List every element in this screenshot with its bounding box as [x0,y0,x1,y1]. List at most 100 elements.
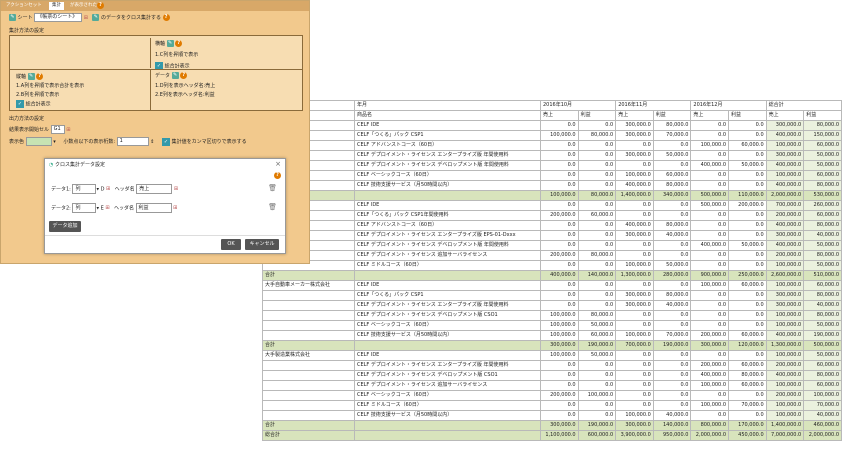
value-cell: 0.0 [728,130,767,141]
value-cell: 80,000.0 [803,370,842,381]
value-cell: 80,000.0 [577,250,617,261]
decimals-input[interactable]: 1 [116,137,149,146]
chevron-down-icon[interactable]: ▾ [96,206,99,212]
vertical-edit-icon[interactable]: ✎ [27,73,35,80]
trash-icon[interactable]: 🗑 [268,184,277,192]
value-cell: 100,000.0 [765,410,805,421]
value-cell: 0.0 [728,220,767,231]
help-icon[interactable]: ? [180,72,188,79]
close-icon[interactable]: × [275,160,281,168]
value-cell: 60,000.0 [803,380,842,391]
cell-picker-icon[interactable]: ⊞ [106,186,113,192]
value-cell: 250,000.0 [728,270,767,281]
product-cell: CELF アドバンストコース（60日） [353,140,541,151]
trash-icon[interactable]: 🗑 [268,203,277,211]
value-cell: 300,000.0 [690,340,730,351]
value-cell: 0.0 [728,180,767,191]
ok-button[interactable]: OK [221,239,241,250]
value-cell: 80,000.0 [803,290,842,301]
value-cell: 50,000.0 [728,240,767,251]
help-icon[interactable]: ? [36,73,44,80]
value-cell: 0.0 [728,260,767,271]
product-cell: CELF「つくる」パック CSP1 [353,290,541,301]
value-cell: 400,000.0 [690,240,730,251]
value-cell: 0.0 [652,390,692,401]
table-row: 会社CELF IDE0.00.0300,000.080,000.00.00.03… [262,120,842,131]
value-cell: 80,000.0 [577,190,617,201]
cell-picker-icon[interactable]: ⊞ [66,127,73,133]
table-row: CELF デプロイメント・ライセンス 追加サーバライセンス 0.0 0.0 0.0 0.… [262,380,842,391]
value-cell: 2,000,000.0 [765,190,805,201]
sheet-edit-icon[interactable]: ✎ [9,14,16,21]
stepper-icon[interactable]: ⇕ [150,139,154,145]
data-row-label: データ2: [51,205,71,212]
value-cell: 100,000.0 [765,260,805,271]
dialog-titlebar: ◔ クロス集計データ設定 [49,161,105,168]
value-cell: 0.0 [728,290,767,301]
value-cell: 120,000.0 [728,340,767,351]
value-cell: 0.0 [728,250,767,261]
help-icon[interactable]: ? [175,40,183,47]
add-data-button[interactable]: データ追加 [49,221,81,232]
cell-picker-icon[interactable]: ⊞ [105,205,112,211]
value-cell: 110,000.0 [728,190,767,201]
product-cell: CELF ベーシックコース（60日） [353,170,541,181]
header-input[interactable]: 利益 [135,203,172,213]
help-icon[interactable]: ? [162,14,170,21]
value-cell: 300,000.0 [765,300,805,311]
sheet-picker-icon[interactable]: ⊞ [84,15,91,21]
value-cell: 60,000.0 [803,280,842,291]
customer-cell [262,370,355,381]
value-cell: 300,000.0 [539,420,579,431]
column-select[interactable]: 列 [72,184,97,194]
setup-titlebar: アクションセット 集計 が表示されたら ? [1,1,309,11]
cancel-button[interactable]: キャンセル [245,239,279,250]
value-cell: 0.0 [615,210,654,221]
chevron-down-icon[interactable]: ▾ [96,187,99,193]
value-cell: 80,000.0 [803,310,842,321]
horizontal-edit-icon[interactable]: ✎ [166,40,174,47]
comma-checkbox[interactable]: ✓ [161,137,170,146]
value-cell: 0.0 [690,230,730,241]
start-cell-input[interactable]: G1 [50,125,65,134]
sheet-select[interactable]: 《帳票のシート》 [34,13,83,22]
help-icon[interactable]: ? [97,2,104,9]
tab-action-set[interactable]: アクションセット [3,2,45,10]
value-cell: 100,000.0 [539,320,579,331]
customer-cell [262,380,355,391]
value-cell: 80,000.0 [803,120,842,131]
value-cell: 0.0 [539,230,579,241]
sheet-options-icon[interactable]: ✎ [92,14,100,21]
product-cell: CELF デプロイメント・ライセンス デベロップメント版 年間使用料 [353,240,541,251]
column-letter: D [100,186,105,193]
header-input[interactable]: 売上 [136,184,173,194]
value-cell: 0.0 [615,200,654,211]
value-cell: 400,000.0 [765,160,805,171]
value-cell: 100,000.0 [615,330,654,341]
value-cell: 0.0 [577,140,617,151]
tab-aggregate[interactable]: 集計 [49,2,64,10]
value-cell: 400,000.0 [765,130,805,141]
value-cell: 40,000.0 [803,230,842,241]
value-cell: 0.0 [577,220,617,231]
value-cell: 2,600,000.0 [765,270,805,281]
vertical-grand-total-checkbox[interactable]: ✓ [16,100,24,108]
cell-picker-icon[interactable]: ⊞ [173,205,180,211]
value-cell: 300,000.0 [765,290,805,301]
column-select[interactable]: 列 [72,203,97,213]
cell-picker-icon[interactable]: ⊞ [174,186,181,192]
header-metric-cell: 利益 [803,110,842,121]
sheet-row: ✎ シート 《帳票のシート》 ⊞ ✎ のデータをクロス集計する ? [9,13,170,22]
value-cell: 0.0 [539,360,579,371]
value-cell: 100,000.0 [539,310,579,321]
value-cell: 140,000.0 [652,420,692,431]
data-edit-icon[interactable]: ✎ [171,72,179,79]
value-cell: 0.0 [577,260,617,271]
data-section: データ ✎ ? 1.D列を表示ヘッダ名:売上 2.E列を表示ヘッダ名:利益 [150,70,301,110]
value-cell: 200,000.0 [539,390,579,401]
color-picker[interactable] [25,137,52,146]
dropdown-chevron-icon[interactable]: ▾ [53,139,56,145]
subtotal-row: 合計 300,000.0 190,000.0 700,000.0 190,000.0 30… [262,340,842,351]
value-cell: 450,000.0 [728,430,767,441]
help-icon[interactable]: ? [274,172,281,179]
